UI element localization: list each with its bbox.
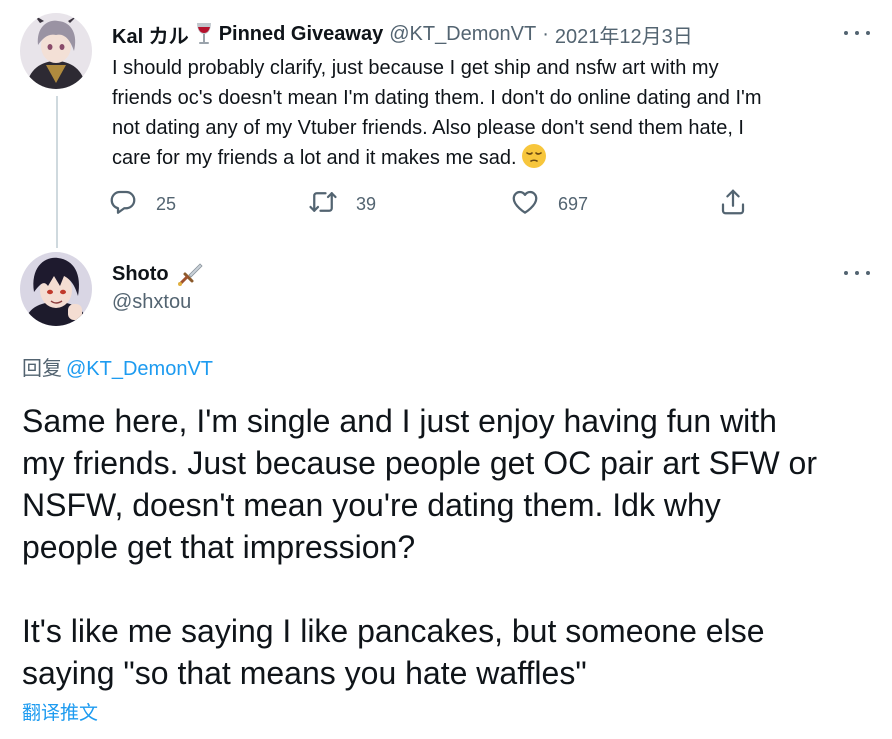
replying-to: 回复 @KT_DemonVT xyxy=(22,352,213,381)
main-author-name-row: Shoto xyxy=(112,260,203,288)
shoto-avatar[interactable] xyxy=(20,252,92,326)
text-line: saying "so that means you hate waffles" xyxy=(22,655,587,691)
pensive-face-emoji xyxy=(521,143,547,169)
text-line: I should probably clarify, just because … xyxy=(112,57,719,79)
dagger-emoji xyxy=(177,261,203,287)
retweet-count: 39 xyxy=(356,193,377,214)
more-options-icon[interactable] xyxy=(844,263,870,283)
text-line-content: care for my friends a lot and it makes m… xyxy=(112,147,517,169)
share-icon xyxy=(718,187,748,222)
reply-button[interactable]: 25 xyxy=(108,186,176,222)
author-handle[interactable]: @KT_DemonVT xyxy=(389,23,536,46)
tweet-date[interactable]: 2021年12月3日 xyxy=(555,20,693,49)
author-name[interactable]: Kal カル xyxy=(112,20,189,49)
parent-tweet[interactable]: Kal カル Pinned Giveaway @KT_DemonVT · 202… xyxy=(0,0,892,250)
main-tweet-text: Same here, I'm single and I just enjoy h… xyxy=(22,400,882,694)
heart-icon xyxy=(510,187,540,222)
tweet-actions: 25 39 697 xyxy=(108,186,768,222)
more-options-icon[interactable] xyxy=(844,23,870,43)
text-line: friends oc's doesn't mean I'm dating the… xyxy=(112,87,762,109)
retweet-icon xyxy=(308,187,338,222)
text-line: Same here, I'm single and I just enjoy h… xyxy=(22,403,777,439)
thread-line xyxy=(56,96,58,248)
parent-tweet-header: Kal カル Pinned Giveaway @KT_DemonVT · 202… xyxy=(112,20,693,48)
like-button[interactable]: 697 xyxy=(510,186,588,222)
share-button[interactable] xyxy=(718,186,748,222)
reply-count: 25 xyxy=(156,193,177,214)
reply-icon xyxy=(108,187,138,222)
text-line: my friends. Just because people get OC p… xyxy=(22,445,817,481)
wine-glass-emoji xyxy=(195,22,213,46)
text-line: not dating any of my Vtuber friends. Als… xyxy=(112,117,744,139)
text-line: It's like me saying I like pancakes, but… xyxy=(22,613,765,649)
separator: · xyxy=(542,22,549,45)
text-line: people get that impression? xyxy=(22,529,416,565)
pinned-label: Pinned Giveaway xyxy=(218,22,384,45)
text-line: care for my friends a lot and it makes m… xyxy=(112,143,872,173)
translate-tweet-link[interactable]: 翻译推文 xyxy=(22,698,98,725)
author-handle[interactable]: @shxtou xyxy=(112,291,191,314)
retweet-button[interactable]: 39 xyxy=(308,186,376,222)
replying-label: 回复 xyxy=(22,358,62,380)
text-line: NSFW, doesn't mean you're dating them. I… xyxy=(22,487,721,523)
like-count: 697 xyxy=(558,193,589,214)
author-name[interactable]: Shoto xyxy=(112,263,169,286)
kal-avatar[interactable] xyxy=(20,13,92,89)
replying-to-mention[interactable]: @KT_DemonVT xyxy=(66,358,213,380)
parent-tweet-text: I should probably clarify, just because … xyxy=(112,53,872,173)
